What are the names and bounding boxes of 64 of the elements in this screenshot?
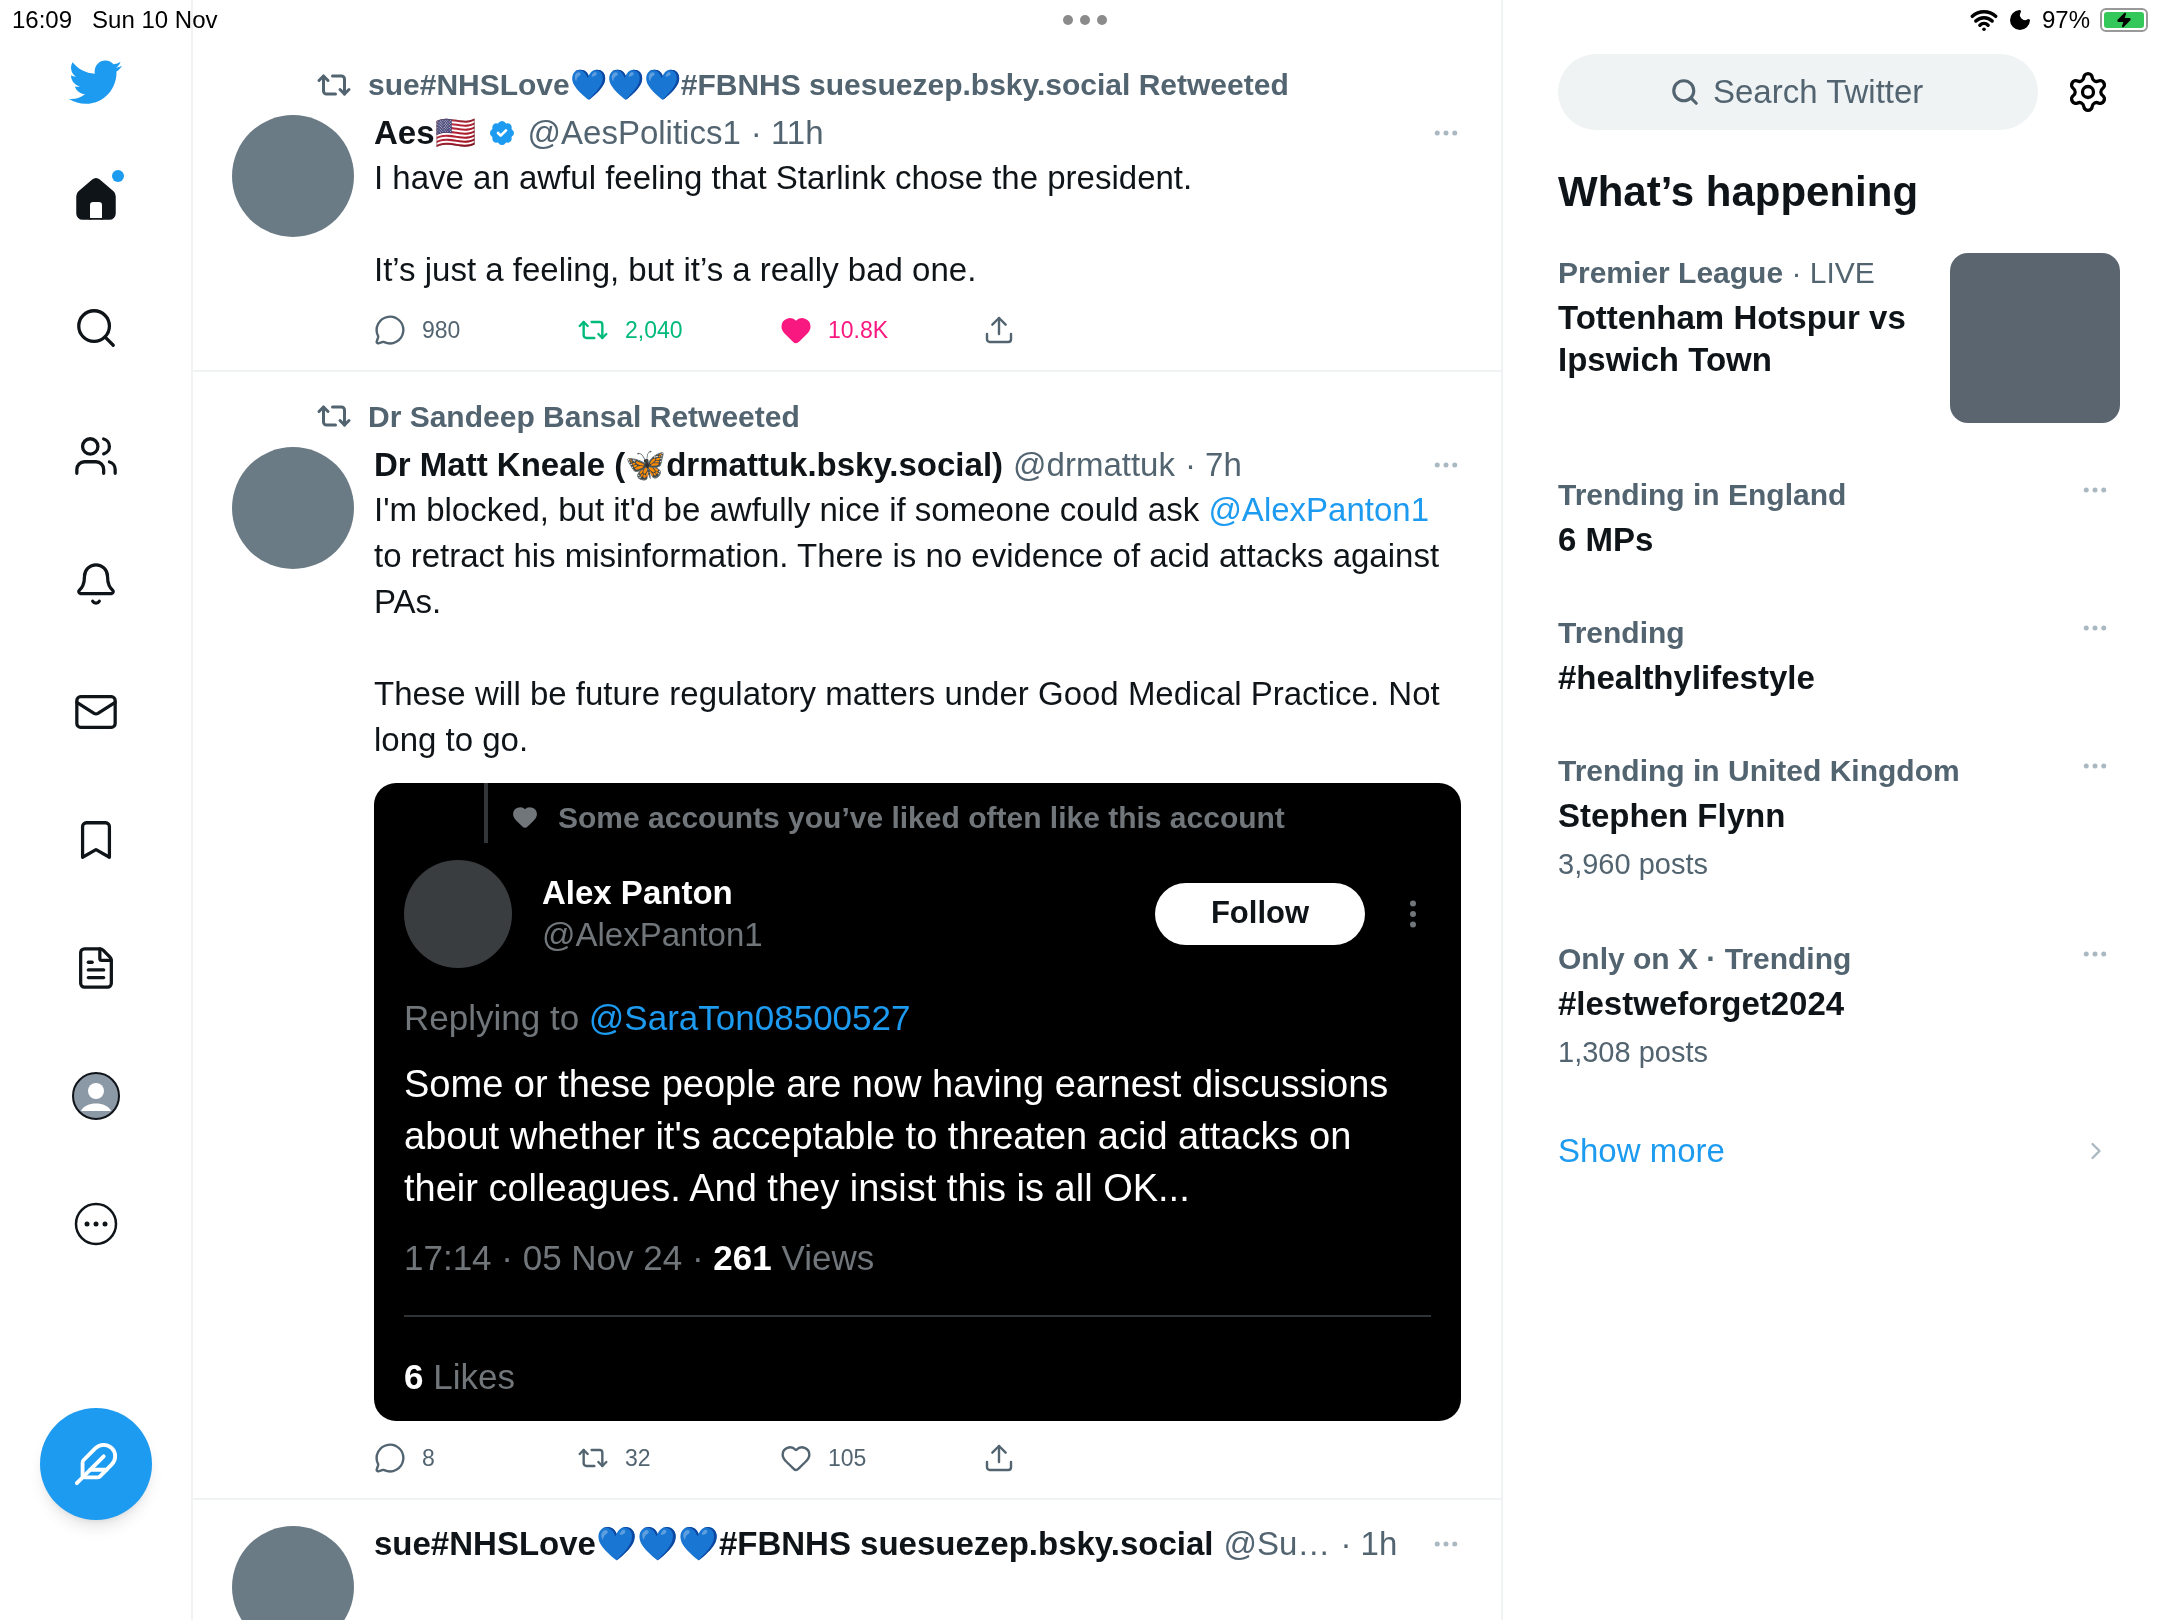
author-handle: @Su… (1223, 1523, 1331, 1564)
trend-posts: 3,960 posts (1558, 847, 1709, 882)
trend-item[interactable]: Trending #healthylifestyle (1558, 613, 2120, 699)
trend-posts: 1,308 posts (1558, 1034, 1709, 1070)
search-field[interactable]: Search Twitter (1558, 54, 2038, 130)
tweet-time: · 1h (1340, 1523, 1398, 1564)
battery-percent: 97% (2041, 5, 2090, 35)
tweet-time: · 11h (750, 113, 824, 153)
search-icon (1670, 77, 1700, 107)
retweeted-by: Dr Sandeep Bansal Retweeted (368, 398, 800, 435)
trend-meta: Premier League (1558, 256, 1784, 289)
trend-title: #lestweforget2024 (1558, 983, 1846, 1024)
trend-item[interactable]: Trending in United Kingdom Stephen Flynn 3,960 posts (1558, 751, 2120, 887)
trend-title: 6 MPs (1558, 520, 1655, 560)
tweet-text: I'm blocked, but it'd be awfully nice if someone could ask @AlexPanton1 to retract his misinformation. There is no evidence of acid attacks against PAs. (374, 489, 1441, 622)
tweet-text: It’s just a feeling, but it’s a really bad one. (374, 250, 978, 290)
trend-title: #healthylifestyle (1558, 658, 1816, 698)
reply-button[interactable]: 980 (374, 313, 577, 348)
retweet-button[interactable]: 32 (577, 1441, 780, 1476)
trend-item[interactable]: Only on X · Trending #lestweforget2024 1,308 posts (1558, 938, 2120, 1074)
trend-live: · LIVE (1790, 256, 1875, 289)
trend-title: Tottenham Hotspur vs Ipswich Town (1558, 298, 1907, 380)
mention-link[interactable]: @SaraTon08500527 (588, 997, 911, 1037)
social-context: Some accounts you’ve liked often like this account (558, 799, 1285, 836)
reply-icon (374, 1442, 406, 1475)
profile-icon (70, 1071, 121, 1121)
quoted-tweet-card[interactable] (374, 782, 1461, 1421)
feather-icon (72, 1441, 119, 1487)
trend-meta: Trending (1558, 616, 1685, 649)
trend-title: Stephen Flynn (1558, 796, 1787, 836)
author-name: Aes🇺🇸 (374, 113, 476, 153)
tweet[interactable]: sue#NHSLove💙💙💙#FBNHS suesuezep.bsky.social @Su… · 1h (193, 1499, 1501, 1620)
trend-meta: Only on X · Trending (1558, 941, 1852, 975)
retweeted-by: sue#NHSLove💙💙💙#FBNHS suesuezep.bsky.social Retweeted (368, 67, 1289, 103)
author-name: sue#NHSLove💙💙💙#FBNHS suesuezep.bsky.social (374, 1523, 1214, 1564)
replying-to-text: Replying to @SaraTon08500527 (404, 996, 912, 1039)
author-handle: @AesPolitics1 (527, 113, 741, 153)
like-button[interactable]: 10.8K (780, 313, 983, 348)
section-heading: What’s happening (1558, 167, 1920, 217)
quoted-tweet-text: Some or these people are now having earnest discussions about whether it's acceptable to threaten acid attacks on their colleagues. And they insist this is all OK... (404, 1062, 1390, 1211)
moon-icon (2007, 8, 2032, 32)
like-button[interactable]: 105 (780, 1441, 983, 1476)
author-name: Dr Matt Kneale (🦋drmattuk.bsky.social) (374, 444, 1004, 485)
status-date: Sun 10 Nov (92, 5, 218, 35)
reply-button[interactable]: 8 (374, 1441, 577, 1476)
author-name: Alex Panton (542, 872, 734, 913)
reply-icon (374, 314, 406, 347)
likes-count: 6 Likes (404, 1355, 516, 1398)
trend-meta: Trending in United Kingdom (1558, 754, 1960, 787)
author-handle: @drmattuk (1013, 444, 1175, 485)
status-time: 16:09 (12, 5, 73, 35)
more-icon (72, 1201, 119, 1247)
bird-logo-icon[interactable] (68, 60, 123, 106)
tweet-text: These will be future regulatory matters under Good Medical Practice. Not long to go. (374, 673, 1441, 760)
multitasking-dots-icon[interactable] (1062, 14, 1109, 26)
tweet-text: I have an awful feeling that Starlink chose the president. (374, 158, 1194, 198)
tweet-meta: 17:14 · 05 Nov 24 · 261 Views (404, 1237, 876, 1279)
follow-button[interactable]: Follow (1155, 882, 1365, 945)
trend-meta: Trending in England (1558, 478, 1847, 511)
trend-item[interactable]: Premier League · LIVE Tottenham Hotspur vs Ipswich Town (1558, 253, 2120, 423)
tweet-time: · 7h (1184, 444, 1242, 485)
author-handle: @AlexPanton1 (542, 914, 764, 955)
trend-item[interactable]: Trending in England 6 MPs (1558, 475, 2120, 561)
heart-icon (512, 804, 538, 830)
